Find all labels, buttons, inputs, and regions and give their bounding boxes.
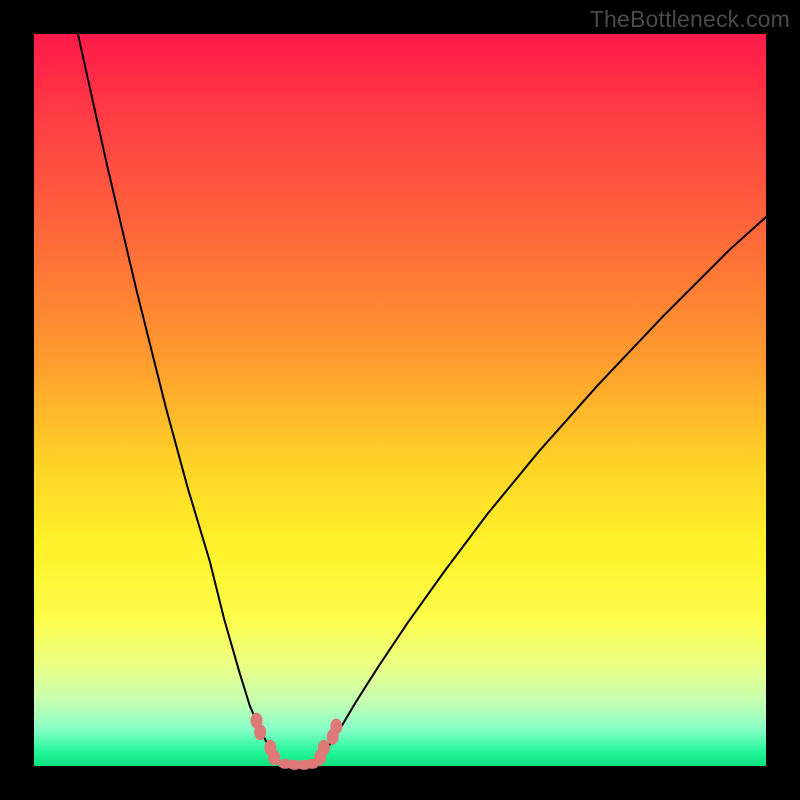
marker-dot <box>330 719 342 735</box>
plot-area <box>34 34 766 766</box>
chart-frame: TheBottleneck.com <box>0 0 800 800</box>
marker-dot <box>254 724 266 740</box>
curve-left <box>78 34 283 766</box>
curve-right <box>312 217 766 766</box>
marker-group <box>251 713 343 770</box>
marker-dot <box>305 759 319 769</box>
curve-layer <box>34 34 766 766</box>
watermark-text: TheBottleneck.com <box>590 6 790 33</box>
marker-dot <box>318 740 330 756</box>
